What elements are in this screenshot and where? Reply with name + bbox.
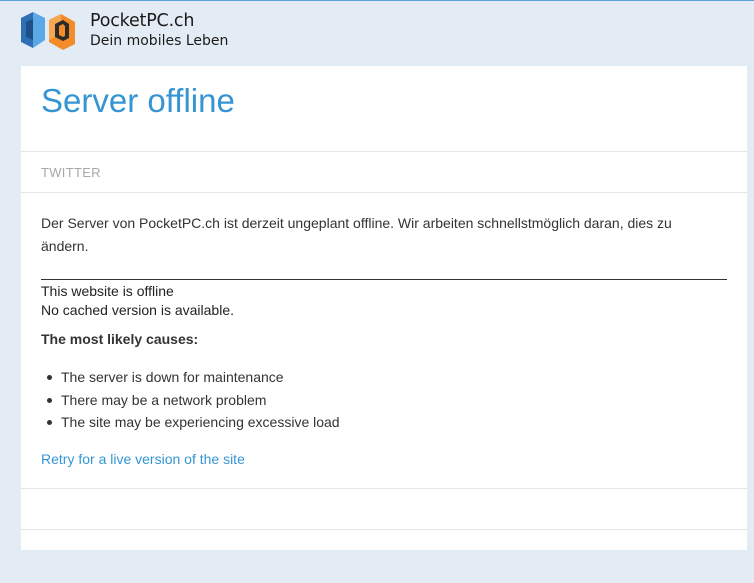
footer-divider-top <box>21 488 747 489</box>
brand-tagline: Dein mobiles Leben <box>90 33 229 49</box>
bullet-icon <box>47 397 52 403</box>
no-cache-text: No cached version is available. <box>41 302 234 318</box>
brand-name[interactable]: PocketPC.ch <box>90 11 194 31</box>
list-item: The site may be experiencing excessive l… <box>41 414 340 437</box>
bullet-icon <box>47 375 52 380</box>
footer-divider-bottom <box>21 529 747 530</box>
bullet-icon <box>47 420 52 425</box>
intro-text: Der Server von PocketPC.ch ist derzeit u… <box>41 215 672 254</box>
twitter-label: TWITTER <box>41 165 101 180</box>
list-item: The server is down for maintenance <box>41 369 340 392</box>
pocketpc-logo-icon[interactable] <box>19 10 77 54</box>
offline-title: This website is offline <box>41 283 174 299</box>
content-rule <box>41 279 727 280</box>
twitter-divider <box>21 192 747 193</box>
title-divider <box>21 151 747 152</box>
cause-text: The server is down for maintenance <box>61 369 284 385</box>
causes-list: The server is down for maintenance There… <box>41 369 340 437</box>
page-title: Server offline <box>41 82 235 119</box>
causes-heading: The most likely causes: <box>41 331 199 347</box>
content-card: Server offline TWITTER Der Server von Po… <box>21 66 747 550</box>
cause-text: The site may be experiencing excessive l… <box>61 414 340 430</box>
site-header: PocketPC.ch Dein mobiles Leben <box>0 1 754 65</box>
retry-link[interactable]: Retry for a live version of the site <box>41 451 245 467</box>
cause-text: There may be a network problem <box>61 391 267 408</box>
list-item: There may be a network problem <box>41 392 340 415</box>
